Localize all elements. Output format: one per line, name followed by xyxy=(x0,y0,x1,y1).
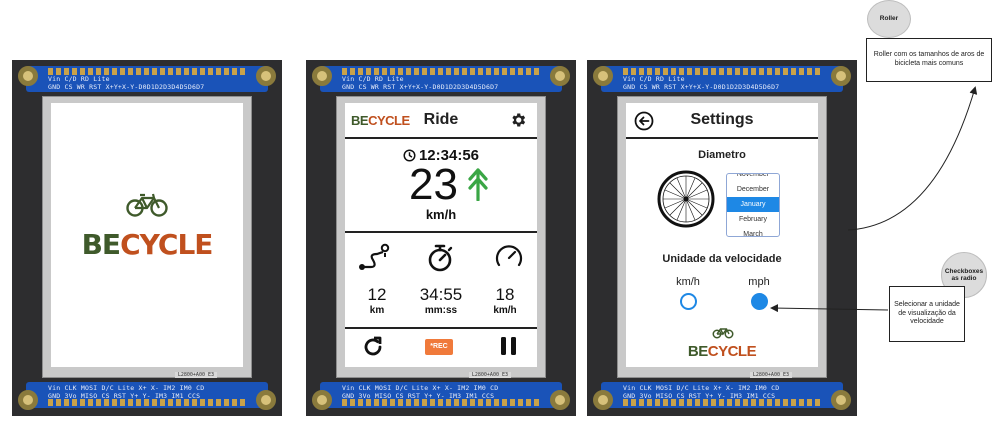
annotation-arrows xyxy=(770,86,978,313)
annotation-checkbox-note: Selecionar a unidade de visualização da … xyxy=(889,286,965,342)
annotation-roller-title: Roller xyxy=(867,0,911,38)
mockup-canvas: Vin C/D RD Lite GND CS WR RST X+Y+X-Y-D0… xyxy=(0,0,1008,423)
annotation-roller-note: Roller com os tamanhos de aros de bicicl… xyxy=(866,38,992,82)
